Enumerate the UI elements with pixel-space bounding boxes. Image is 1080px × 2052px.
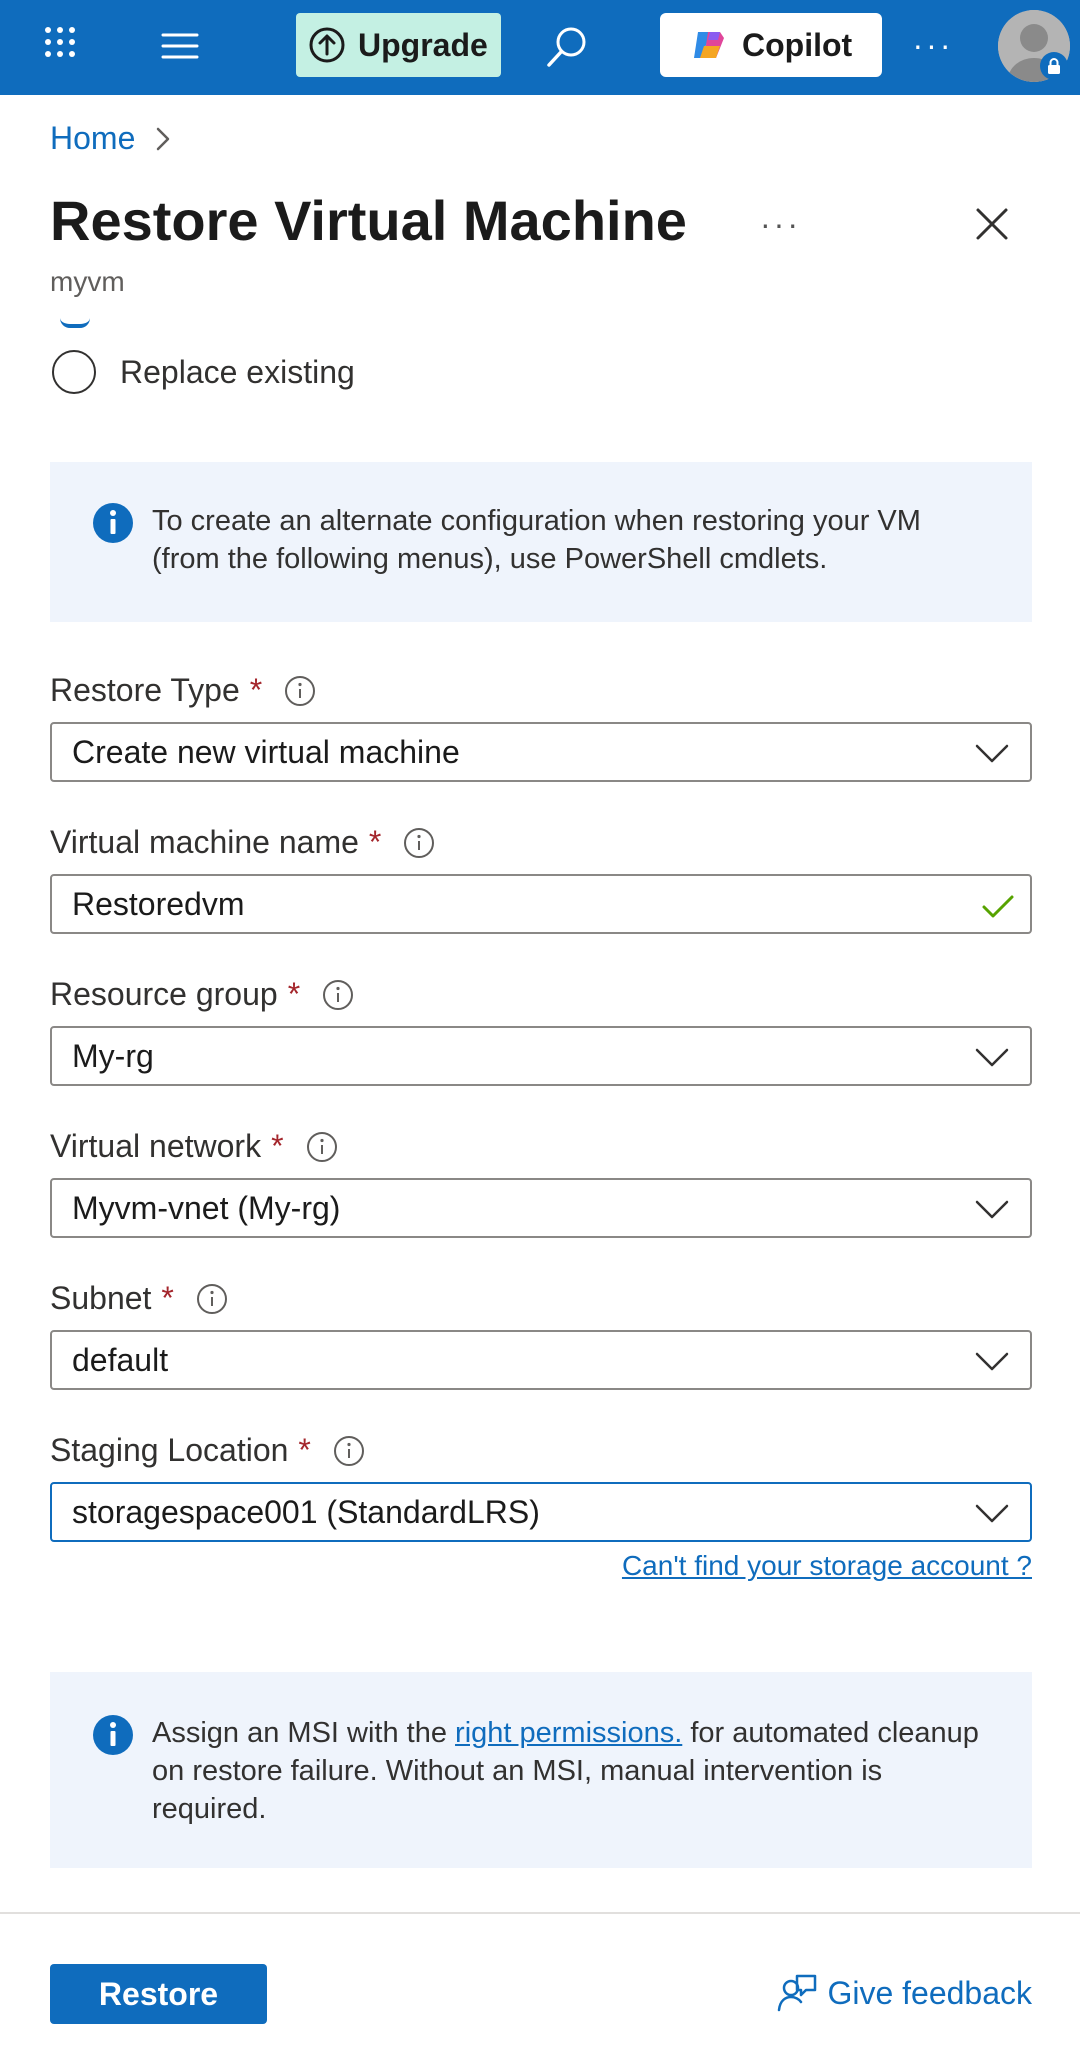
menu-icon[interactable]: [158, 26, 202, 66]
give-feedback-label: Give feedback: [827, 1974, 1032, 2011]
restore-type-label-text: Restore Type: [50, 672, 240, 708]
required-indicator: *: [298, 1432, 311, 1468]
staging-location-value: storagespace001 (StandardLRS): [72, 1493, 540, 1530]
radio-label: Replace existing: [120, 353, 355, 390]
upgrade-label: Upgrade: [358, 26, 488, 63]
subnet-value: default: [72, 1341, 169, 1378]
required-indicator: *: [249, 672, 263, 708]
restore-type-value: Create new virtual machine: [72, 733, 460, 770]
resource-group-label-text: Resource group: [50, 976, 278, 1012]
copilot-icon: [694, 32, 724, 58]
subnet-label-text: Subnet: [50, 1280, 152, 1316]
required-indicator: *: [368, 824, 382, 860]
page-title: Restore Virtual Machine: [50, 189, 687, 252]
vm-name-label: Virtual machine name *: [50, 824, 435, 861]
chevron-down-icon: [975, 1048, 1009, 1067]
required-indicator: *: [271, 1128, 284, 1164]
virtual-network-label: Virtual network *: [50, 1128, 338, 1165]
chevron-down-icon: [975, 1352, 1009, 1371]
breadcrumb-home-link[interactable]: Home: [50, 120, 135, 157]
feedback-icon: [778, 1974, 817, 2012]
upgrade-button[interactable]: Upgrade: [296, 13, 501, 77]
staging-location-dropdown[interactable]: storagespace001 (StandardLRS): [50, 1482, 1032, 1542]
vm-name-input[interactable]: Restoredvm: [50, 874, 1032, 934]
info-hint-icon[interactable]: [333, 1435, 365, 1467]
top-bar: Upgrade Copilot ···: [0, 0, 1080, 95]
close-icon[interactable]: [970, 202, 1014, 246]
info-hint-icon[interactable]: [322, 979, 354, 1011]
vm-name-label-text: Virtual machine name: [50, 824, 359, 860]
info-hint-icon[interactable]: [284, 675, 316, 707]
vm-name-value: Restoredvm: [72, 885, 245, 922]
chevron-down-icon: [975, 1200, 1009, 1219]
upgrade-arrow-icon: [309, 27, 345, 63]
subnet-label: Subnet *: [50, 1280, 228, 1317]
subnet-dropdown[interactable]: default: [50, 1330, 1032, 1390]
required-indicator: *: [161, 1280, 174, 1316]
breadcrumb: Home: [50, 120, 171, 157]
virtual-network-value: Myvm-vnet (My-rg): [72, 1189, 341, 1226]
required-indicator: *: [287, 976, 301, 1012]
app-launcher-icon[interactable]: [40, 22, 80, 62]
info-icon: [93, 503, 133, 543]
footer-divider: [0, 1912, 1080, 1914]
virtual-network-label-text: Virtual network: [50, 1128, 262, 1164]
virtual-network-dropdown[interactable]: Myvm-vnet (My-rg): [50, 1178, 1032, 1238]
radio-partial-selected: [60, 318, 90, 328]
restore-button[interactable]: Restore: [50, 1964, 267, 2024]
copilot-button[interactable]: Copilot: [660, 13, 882, 77]
info-hint-icon[interactable]: [196, 1283, 228, 1315]
info-hint-icon[interactable]: [403, 827, 435, 859]
chevron-down-icon: [975, 744, 1009, 763]
radio-replace-existing[interactable]: Replace existing: [52, 350, 355, 394]
info-alt-config: To create an alternate configuration whe…: [50, 462, 1032, 622]
lock-icon: [1040, 52, 1068, 80]
chevron-right-icon: [157, 127, 170, 150]
search-icon[interactable]: [542, 22, 592, 72]
info-icon: [93, 1715, 133, 1755]
page-subtitle: myvm: [50, 266, 125, 297]
checkmark-icon: [982, 895, 1014, 918]
resource-group-dropdown[interactable]: My-rg: [50, 1026, 1032, 1086]
chevron-down-icon: [975, 1504, 1009, 1523]
info-msi-text-before: Assign an MSI with the: [152, 1717, 456, 1749]
resource-group-label: Resource group *: [50, 976, 354, 1013]
cant-find-storage-link[interactable]: Can't find your storage account ?: [622, 1550, 1032, 1582]
staging-location-label-text: Staging Location: [50, 1432, 289, 1468]
info-alt-config-text: To create an alternate configuration whe…: [152, 505, 921, 575]
info-msi-text: Assign an MSI with the right permissions…: [152, 1714, 992, 1828]
restore-type-dropdown[interactable]: Create new virtual machine: [50, 722, 1032, 782]
info-msi: Assign an MSI with the right permissions…: [50, 1672, 1032, 1868]
more-options-icon[interactable]: ···: [905, 20, 961, 70]
staging-location-label: Staging Location *: [50, 1432, 365, 1469]
right-permissions-link[interactable]: right permissions.: [455, 1717, 682, 1749]
restore-type-label: Restore Type *: [50, 672, 316, 709]
radio-circle[interactable]: [52, 350, 96, 394]
info-hint-icon[interactable]: [306, 1131, 338, 1163]
copilot-label: Copilot: [742, 26, 853, 63]
resource-group-value: My-rg: [72, 1037, 154, 1074]
page-more-icon[interactable]: ···: [760, 206, 801, 243]
give-feedback-link[interactable]: Give feedback: [777, 1972, 1032, 2014]
